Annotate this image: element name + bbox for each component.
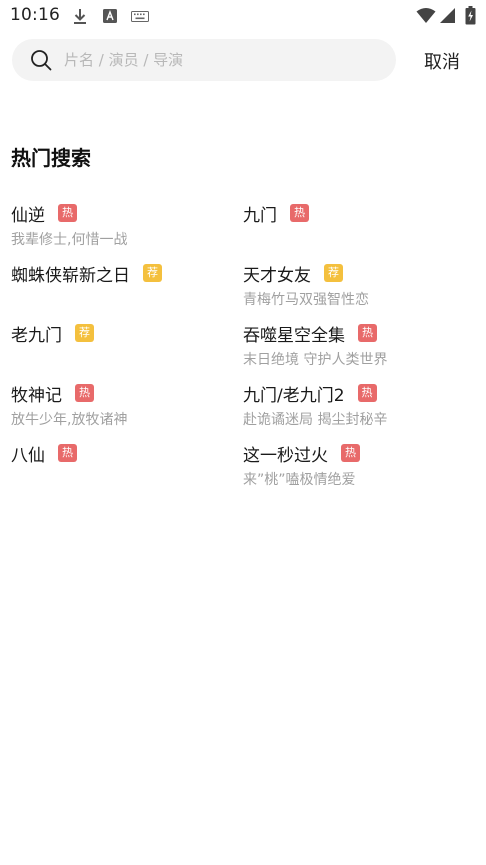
item-subtitle: 来”桃”嗑极情绝爱	[243, 472, 356, 488]
cellular-signal-icon	[440, 8, 455, 23]
recommend-badge: 荐	[75, 324, 94, 342]
item-title: 八仙	[11, 445, 45, 466]
item-subtitle: 我辈修士,何惜一战	[11, 232, 128, 248]
hot-badge: 热	[290, 204, 309, 222]
hot-search-item-mushenji[interactable]: 牧神记 热 放牛少年,放牧诸神	[11, 380, 231, 436]
item-title: 九门	[243, 205, 277, 226]
hot-search-item-my-brilliant-friend[interactable]: 天才女友 荐 青梅竹马双强智性恋	[243, 260, 463, 316]
hot-badge: 热	[58, 444, 77, 462]
item-title: 蜘蛛侠崭新之日	[11, 265, 130, 286]
status-time: 10:16	[10, 5, 60, 25]
hot-search-item-this-second[interactable]: 这一秒过火 热 来”桃”嗑极情绝爱	[243, 440, 463, 496]
item-title: 九门/老九门2	[243, 385, 345, 406]
text-input-icon	[103, 9, 117, 23]
item-title: 这一秒过火	[243, 445, 328, 466]
hot-search-title: 热门搜索	[11, 146, 91, 170]
hot-badge: 热	[75, 384, 94, 402]
item-title: 天才女友	[243, 265, 311, 286]
hot-badge: 热	[341, 444, 360, 462]
keyboard-icon	[131, 11, 149, 22]
item-title: 仙逆	[11, 205, 45, 226]
search-icon	[31, 50, 52, 71]
hot-badge: 热	[358, 324, 377, 342]
item-subtitle: 放牛少年,放牧诸神	[11, 412, 128, 428]
search-box[interactable]	[12, 39, 396, 81]
status-bar: 10:16	[0, 0, 486, 32]
item-subtitle: 青梅竹马双强智性恋	[243, 292, 369, 308]
item-title: 吞噬星空全集	[243, 325, 345, 346]
recommend-badge: 荐	[324, 264, 343, 282]
wifi-icon	[416, 8, 436, 23]
cancel-button[interactable]: 取消	[424, 48, 460, 74]
hot-search-item-xianni[interactable]: 仙逆 热 我辈修士,何惜一战	[11, 200, 231, 256]
item-subtitle: 赴诡谲迷局 揭尘封秘辛	[243, 412, 388, 428]
hot-search-item-spiderman[interactable]: 蜘蛛侠崭新之日 荐	[11, 260, 231, 316]
hot-badge: 热	[58, 204, 77, 222]
hot-search-item-lao-jiumen[interactable]: 老九门 荐	[11, 320, 231, 376]
item-title: 牧神记	[11, 385, 62, 406]
item-subtitle: 末日绝境 守护人类世界	[243, 352, 388, 368]
search-page: 10:16 片名 / 演员 / 导演 取消 热门搜索 仙逆 热 我辈修士,何惜一…	[0, 0, 486, 865]
hot-search-item-swallowed-star[interactable]: 吞噬星空全集 热 末日绝境 守护人类世界	[243, 320, 463, 376]
hot-search-item-jiumen[interactable]: 九门 热	[243, 200, 463, 256]
item-title: 老九门	[11, 325, 62, 346]
hot-badge: 热	[357, 384, 377, 402]
recommend-badge: 荐	[143, 264, 162, 282]
download-icon	[74, 9, 86, 24]
battery-icon	[465, 6, 476, 25]
search-input[interactable]	[64, 39, 384, 81]
hot-search-item-jiumen-2[interactable]: 九门/老九门2 热 赴诡谲迷局 揭尘封秘辛	[243, 380, 463, 436]
hot-search-item-baxian[interactable]: 八仙 热	[11, 440, 231, 496]
